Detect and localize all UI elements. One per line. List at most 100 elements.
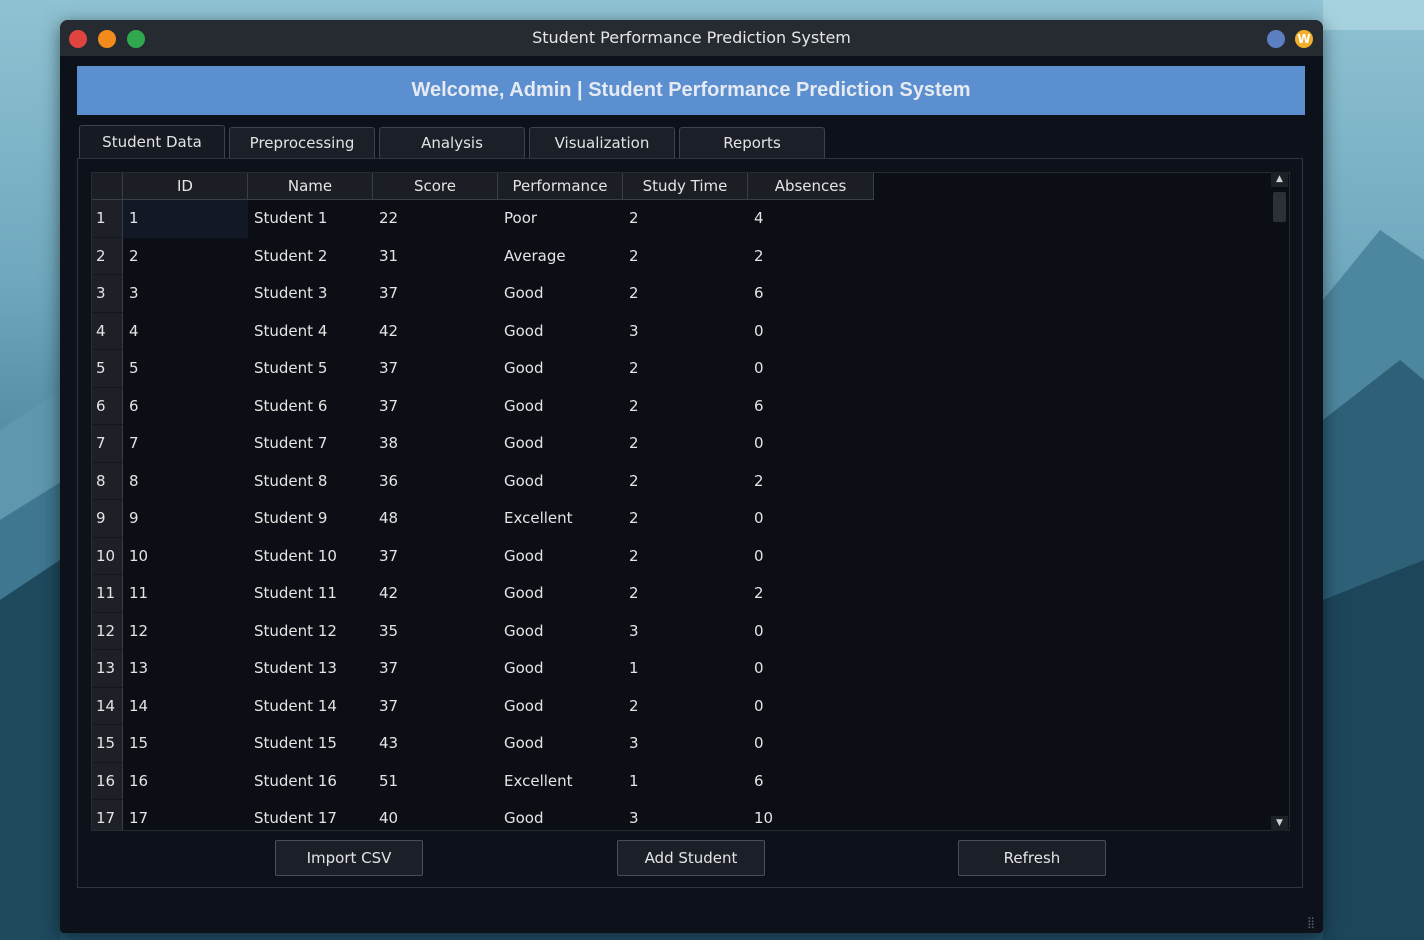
cell-study-time[interactable]: 1	[623, 763, 748, 801]
cell-score[interactable]: 36	[373, 463, 498, 501]
cell-score[interactable]: 51	[373, 763, 498, 801]
table-row[interactable]: 15 15 Student 15 43 Good 3 0	[92, 725, 874, 763]
table-row[interactable]: 16 16 Student 16 51 Excellent 1 6	[92, 762, 874, 801]
table-row[interactable]: 14 14 Student 14 37 Good 2 0	[92, 687, 874, 726]
cell-id[interactable]: 7	[123, 425, 248, 463]
cell-id[interactable]: 1	[123, 200, 248, 238]
cell-performance[interactable]: Excellent	[498, 763, 623, 801]
cell-performance[interactable]: Average	[498, 238, 623, 276]
cell-absences[interactable]: 6	[748, 388, 874, 426]
cell-name[interactable]: Student 17	[248, 800, 373, 830]
tab-student-data[interactable]: Student Data	[79, 125, 225, 159]
cell-id[interactable]: 10	[123, 538, 248, 576]
column-header-performance[interactable]: Performance	[498, 173, 623, 200]
cell-score[interactable]: 35	[373, 613, 498, 651]
import-csv-button[interactable]: Import CSV	[275, 840, 423, 876]
cell-performance[interactable]: Good	[498, 275, 623, 313]
table-row[interactable]: 17 17 Student 17 40 Good 3 10	[92, 800, 874, 830]
cell-study-time[interactable]: 3	[623, 800, 748, 830]
cell-score[interactable]: 22	[373, 200, 498, 238]
row-number[interactable]: 4	[92, 312, 123, 350]
cell-study-time[interactable]: 2	[623, 238, 748, 276]
cell-study-time[interactable]: 3	[623, 725, 748, 763]
cell-study-time[interactable]: 2	[623, 275, 748, 313]
cell-absences[interactable]: 0	[748, 500, 874, 538]
refresh-button[interactable]: Refresh	[958, 840, 1106, 876]
row-number[interactable]: 3	[92, 275, 123, 313]
tab-analysis[interactable]: Analysis	[379, 127, 525, 158]
row-number[interactable]: 5	[92, 350, 123, 388]
tab-visualization[interactable]: Visualization	[529, 127, 675, 158]
cell-absences[interactable]: 10	[748, 800, 874, 830]
row-number[interactable]: 16	[92, 762, 123, 800]
cell-id[interactable]: 16	[123, 763, 248, 801]
table-row[interactable]: 7 7 Student 7 38 Good 2 0	[92, 425, 874, 463]
cell-study-time[interactable]: 2	[623, 463, 748, 501]
cell-score[interactable]: 37	[373, 275, 498, 313]
column-header-id[interactable]: ID	[123, 173, 248, 200]
cell-absences[interactable]: 0	[748, 313, 874, 351]
cell-performance[interactable]: Good	[498, 650, 623, 688]
cell-study-time[interactable]: 2	[623, 538, 748, 576]
cell-name[interactable]: Student 8	[248, 463, 373, 501]
add-student-button[interactable]: Add Student	[617, 840, 765, 876]
cell-id[interactable]: 14	[123, 688, 248, 726]
cell-study-time[interactable]: 2	[623, 350, 748, 388]
cell-absences[interactable]: 2	[748, 575, 874, 613]
table-row[interactable]: 9 9 Student 9 48 Excellent 2 0	[92, 500, 874, 538]
cell-study-time[interactable]: 3	[623, 313, 748, 351]
cell-name[interactable]: Student 5	[248, 350, 373, 388]
cell-performance[interactable]: Good	[498, 688, 623, 726]
cell-score[interactable]: 42	[373, 575, 498, 613]
cell-study-time[interactable]: 2	[623, 388, 748, 426]
table-row[interactable]: 11 11 Student 11 42 Good 2 2	[92, 575, 874, 613]
cell-id[interactable]: 9	[123, 500, 248, 538]
cell-score[interactable]: 37	[373, 688, 498, 726]
cell-score[interactable]: 42	[373, 313, 498, 351]
table-row[interactable]: 5 5 Student 5 37 Good 2 0	[92, 350, 874, 388]
cell-name[interactable]: Student 15	[248, 725, 373, 763]
row-number[interactable]: 14	[92, 687, 123, 725]
resize-grip-icon[interactable]: ⣿	[1307, 916, 1315, 929]
cell-id[interactable]: 15	[123, 725, 248, 763]
cell-name[interactable]: Student 9	[248, 500, 373, 538]
cell-score[interactable]: 43	[373, 725, 498, 763]
cell-name[interactable]: Student 3	[248, 275, 373, 313]
minimize-window-button[interactable]	[98, 30, 116, 48]
cell-absences[interactable]: 0	[748, 350, 874, 388]
cell-performance[interactable]: Good	[498, 350, 623, 388]
cell-performance[interactable]: Good	[498, 613, 623, 651]
cell-absences[interactable]: 6	[748, 275, 874, 313]
scroll-up-arrow-icon[interactable]: ▲	[1271, 172, 1288, 187]
cell-name[interactable]: Student 16	[248, 763, 373, 801]
row-number[interactable]: 9	[92, 500, 123, 538]
cell-performance[interactable]: Good	[498, 425, 623, 463]
cell-absences[interactable]: 6	[748, 763, 874, 801]
cell-name[interactable]: Student 13	[248, 650, 373, 688]
cell-name[interactable]: Student 4	[248, 313, 373, 351]
column-header-absences[interactable]: Absences	[748, 173, 874, 200]
table-row[interactable]: 13 13 Student 13 37 Good 1 0	[92, 650, 874, 688]
cell-performance[interactable]: Good	[498, 575, 623, 613]
cell-name[interactable]: Student 11	[248, 575, 373, 613]
maximize-window-button[interactable]	[127, 30, 145, 48]
row-number[interactable]: 7	[92, 425, 123, 463]
cell-name[interactable]: Student 14	[248, 688, 373, 726]
close-window-button[interactable]	[69, 30, 87, 48]
row-number[interactable]: 11	[92, 575, 123, 613]
app-menu-icon[interactable]: W	[1295, 30, 1313, 48]
cell-study-time[interactable]: 2	[623, 688, 748, 726]
cell-name[interactable]: Student 12	[248, 613, 373, 651]
cell-id[interactable]: 13	[123, 650, 248, 688]
table-row[interactable]: 4 4 Student 4 42 Good 3 0	[92, 312, 874, 351]
cell-id[interactable]: 3	[123, 275, 248, 313]
cell-id[interactable]: 2	[123, 238, 248, 276]
cell-name[interactable]: Student 2	[248, 238, 373, 276]
student-table[interactable]: ID Name Score Performance Study Time Abs…	[91, 172, 1290, 831]
row-number[interactable]: 10	[92, 537, 123, 575]
cell-study-time[interactable]: 2	[623, 200, 748, 238]
cell-absences[interactable]: 0	[748, 538, 874, 576]
column-header-study-time[interactable]: Study Time	[623, 173, 748, 200]
cell-name[interactable]: Student 10	[248, 538, 373, 576]
row-number[interactable]: 6	[92, 387, 123, 425]
